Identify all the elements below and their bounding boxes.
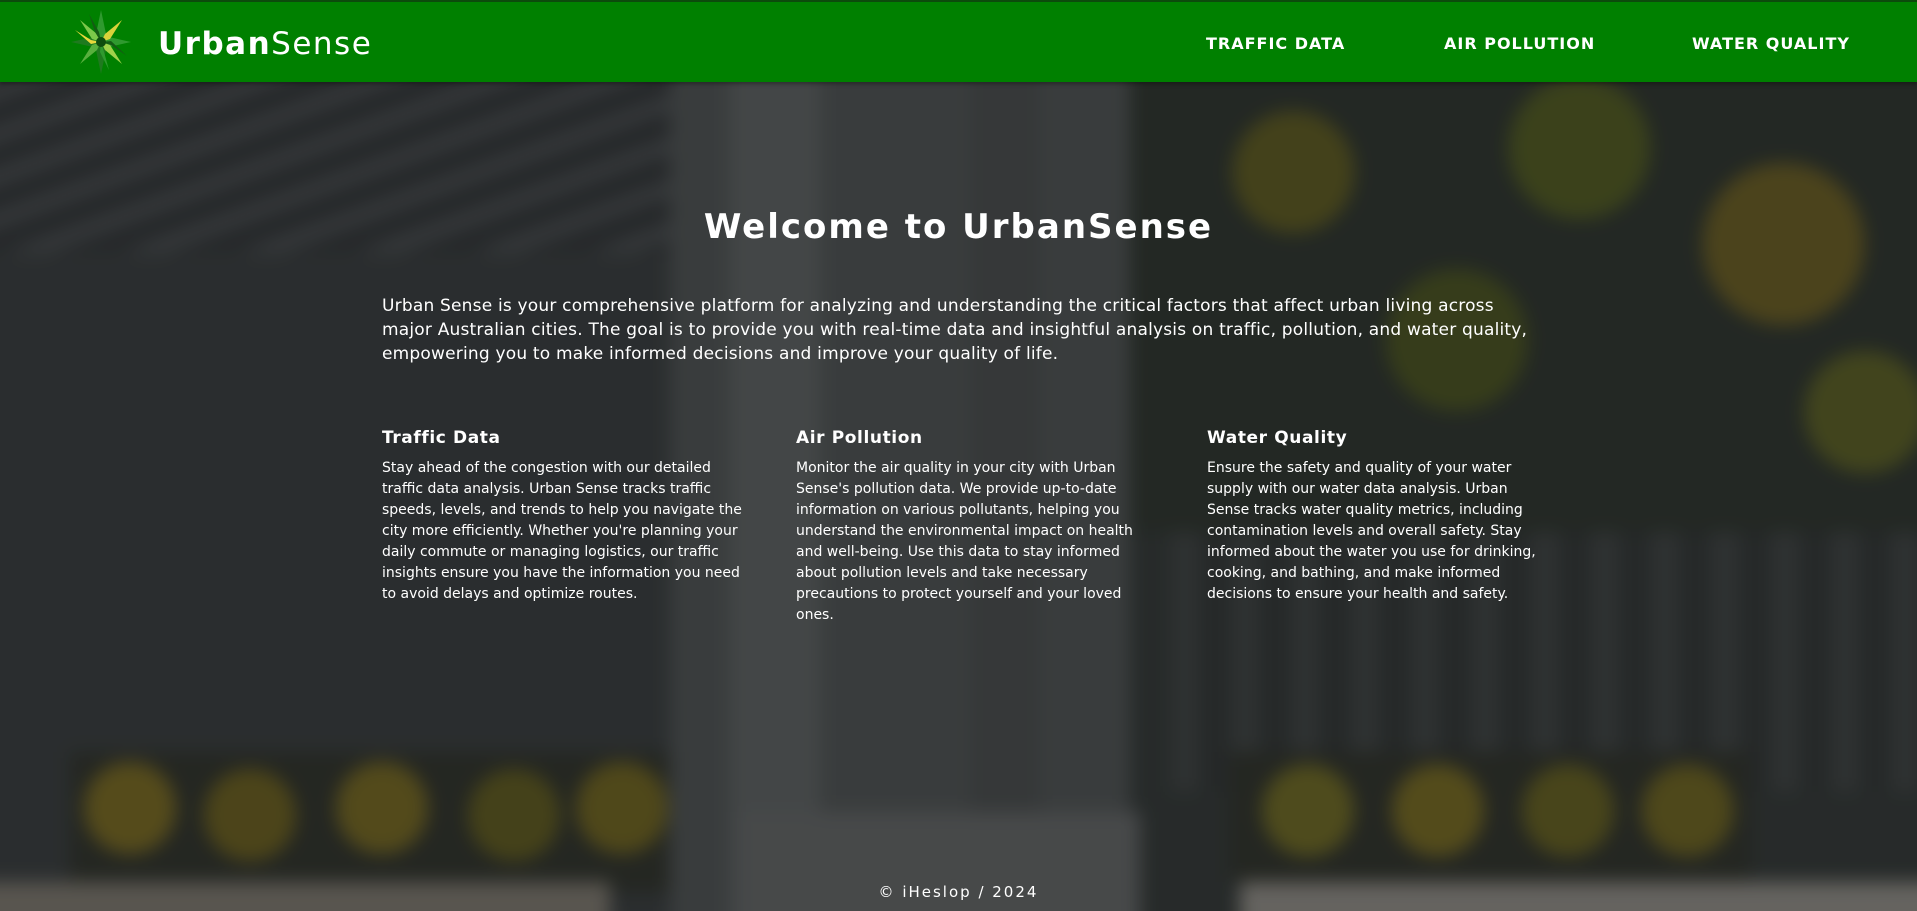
water-quality-description: Ensure the safety and quality of your wa… — [1207, 460, 1536, 602]
nav-traffic-data[interactable]: TRAFFIC DATA — [1206, 32, 1345, 56]
brand-name[interactable]: UrbanSense — [158, 24, 372, 64]
brand-name-bold: Urban — [158, 26, 272, 62]
page-title: Welcome to UrbanSense — [0, 205, 1917, 249]
card-title-light: Data — [446, 428, 501, 448]
brand-name-light: Sense — [271, 26, 373, 62]
page-title-light: Sense — [1088, 207, 1214, 247]
card-title-bold: Water — [1207, 428, 1268, 448]
intro-paragraph: Urban Sense is your comprehensive platfo… — [382, 296, 1528, 364]
air-pollution-card: Air Pollution Monitor the air quality in… — [796, 426, 1156, 626]
page-title-bold: Urban — [962, 207, 1089, 247]
top-nav-bar: UrbanSense TRAFFIC DATA AIR POLLUTION WA… — [0, 0, 1917, 82]
card-title-bold: Traffic — [382, 428, 447, 448]
nav-water-quality[interactable]: WATER QUALITY — [1692, 32, 1850, 56]
page-title-prefix: Welcome to — [703, 207, 963, 247]
leaf-star-logo-icon[interactable] — [70, 9, 132, 75]
traffic-data-card: Traffic Data Stay ahead of the congestio… — [382, 426, 742, 605]
water-quality-card: Water Quality Ensure the safety and qual… — [1207, 426, 1547, 605]
card-title-bold: Air — [796, 428, 826, 448]
main-content: Welcome to UrbanSense Urban Sense is you… — [0, 82, 1917, 911]
footer-copyright: © iHeslop / 2024 — [878, 883, 1039, 901]
traffic-data-description: Stay ahead of the congestion with our de… — [382, 460, 742, 602]
card-title-light: Quality — [1267, 428, 1348, 448]
water-quality-title: Water Quality — [1207, 426, 1547, 450]
air-pollution-description: Monitor the air quality in your city wit… — [796, 460, 1133, 623]
traffic-data-title: Traffic Data — [382, 426, 742, 450]
card-title-light: Pollution — [825, 428, 923, 448]
air-pollution-title: Air Pollution — [796, 426, 1156, 450]
nav-air-pollution[interactable]: AIR POLLUTION — [1444, 32, 1595, 56]
